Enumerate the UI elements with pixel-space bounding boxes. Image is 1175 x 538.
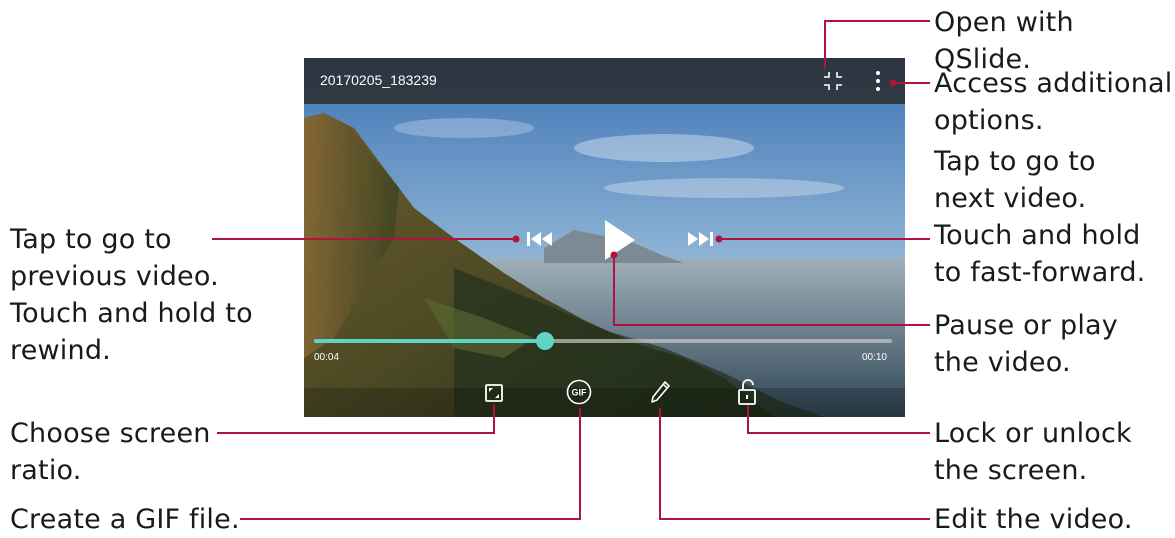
qslide-icon[interactable] bbox=[821, 69, 845, 93]
callout-play: Pause or play the video. bbox=[934, 310, 1118, 378]
callout-ratio: Choose screen ratio. bbox=[10, 418, 211, 486]
unlock-icon[interactable] bbox=[737, 378, 757, 406]
gif-callout-line bbox=[240, 408, 581, 520]
edit-callout-line bbox=[659, 408, 930, 520]
callout-options: Access additional options. bbox=[934, 68, 1173, 136]
skip-next-icon[interactable] bbox=[686, 229, 714, 249]
callout-previous: Tap to go to previous video. Touch and h… bbox=[10, 224, 253, 366]
video-title: 20170205_183239 bbox=[320, 72, 437, 88]
gif-icon-text: GIF bbox=[572, 388, 588, 398]
callout-lock: Lock or unlock the screen. bbox=[934, 418, 1132, 486]
callout-next: Tap to go to next video. Touch and hold … bbox=[934, 146, 1146, 288]
more-vertical-icon[interactable] bbox=[872, 70, 884, 92]
seek-bar-progress bbox=[314, 339, 546, 343]
total-duration: 00:10 bbox=[861, 352, 887, 363]
elapsed-time: 00:04 bbox=[314, 352, 340, 363]
screen-ratio-icon[interactable] bbox=[484, 383, 504, 403]
play-icon[interactable] bbox=[602, 218, 638, 262]
top-bar: 20170205_183239 bbox=[304, 58, 905, 104]
callout-gif: Create a GIF file. bbox=[10, 504, 240, 535]
skip-previous-icon[interactable] bbox=[526, 229, 554, 249]
callout-edit: Edit the video. bbox=[934, 504, 1133, 535]
gif-icon[interactable]: GIF bbox=[566, 379, 592, 405]
video-player[interactable]: 20170205_183239 00:04 00:10 GIF bbox=[304, 58, 905, 417]
pencil-icon[interactable] bbox=[649, 379, 671, 405]
seek-bar[interactable] bbox=[314, 332, 892, 350]
